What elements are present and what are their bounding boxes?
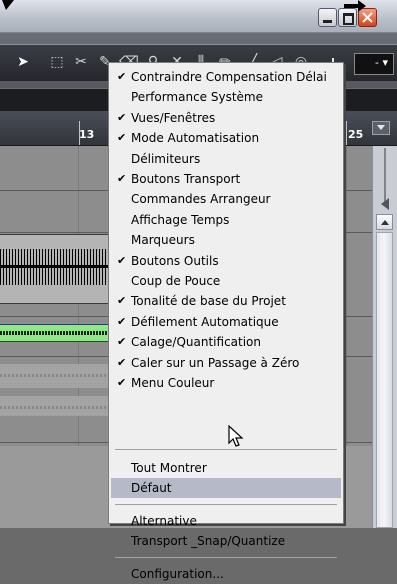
menu-item-default[interactable]: Défaut xyxy=(111,478,341,498)
menu-item[interactable]: ✔ Boutons Transport xyxy=(111,169,341,189)
menu-item-label: Tout Montrer xyxy=(131,461,207,475)
title-bar xyxy=(0,0,397,33)
menu-item-label: Transport _Snap/Quantize xyxy=(131,534,286,548)
menu-item[interactable]: ✔ Boutons Outils xyxy=(111,251,341,271)
pointer-arrow-icon xyxy=(344,0,366,12)
mouse-cursor-icon xyxy=(228,425,244,447)
waveform xyxy=(0,249,110,285)
menu-item-show-all[interactable]: Tout Montrer xyxy=(111,458,341,478)
menu-item-label: Coup de Pouce xyxy=(131,274,221,288)
object-selection-tool-icon[interactable]: ➤ xyxy=(12,50,34,74)
menu-item[interactable]: Marqueurs xyxy=(111,230,341,250)
checkmark-icon: ✔ xyxy=(117,294,127,308)
menu-item[interactable]: Coup de Pouce xyxy=(111,271,341,291)
zoom-slider-handle[interactable] xyxy=(381,198,389,210)
menu-item[interactable]: ✔ Vues/Fenêtres xyxy=(111,108,341,128)
menu-item-label: Contraindre Compensation Délai xyxy=(131,70,327,84)
menu-item-label: Affichage Temps xyxy=(131,212,230,227)
snap-type-select[interactable]: - ▾ xyxy=(354,53,394,75)
menu-item-transport-snap-quantize[interactable]: Transport _Snap/Quantize xyxy=(111,531,341,551)
checkmark-icon: ✔ xyxy=(117,335,127,349)
checkmark-icon: ✔ xyxy=(117,172,127,185)
menu-item-label: Configuration... xyxy=(131,567,224,581)
menu-item-label: Marqueurs xyxy=(131,233,195,248)
menu-item-label: Boutons Transport xyxy=(131,172,241,186)
menu-separator xyxy=(115,504,337,505)
menu-item-label: Mode Automatisation xyxy=(131,131,260,146)
menu-item-label: Vues/Fenêtres xyxy=(131,110,216,125)
ruler-tick xyxy=(346,121,347,145)
menu-item[interactable]: ✔ Menu Couleur xyxy=(111,373,341,393)
menu-item[interactable]: ✔ Mode Automatisation xyxy=(111,128,341,148)
menu-item-label: Menu Couleur xyxy=(131,376,215,390)
menu-item-label: Tonalité de base du Projet xyxy=(131,294,286,309)
menu-separator xyxy=(115,557,337,558)
checkmark-icon: ✔ xyxy=(117,110,127,124)
menu-item[interactable]: ✔ Tonalité de base du Projet xyxy=(111,291,341,311)
menu-item-label: Commandes Arrangeur xyxy=(131,192,271,207)
menu-item-label: Défilement Automatique xyxy=(131,314,279,329)
menu-item-label: Caler sur un Passage à Zéro xyxy=(131,355,300,370)
menu-item-label: Défaut xyxy=(131,481,172,495)
scroll-thumb[interactable] xyxy=(376,232,393,528)
menu-item[interactable]: ✔ Caler sur un Passage à Zéro xyxy=(111,353,341,373)
menu-item-configuration[interactable]: Configuration... xyxy=(111,564,341,584)
menu-separator xyxy=(115,449,337,450)
menu-item[interactable]: Commandes Arrangeur xyxy=(111,189,341,209)
menu-item[interactable]: ✔ Contraindre Compensation Délai xyxy=(111,67,341,87)
chevron-down-icon: - ▾ xyxy=(375,56,388,69)
menu-item-label: Boutons Outils xyxy=(131,253,219,268)
checkmark-icon: ✔ xyxy=(117,355,127,369)
menu-item[interactable]: ✔ Calage/Quantification xyxy=(111,332,341,352)
audio-event[interactable] xyxy=(0,396,110,416)
menu-item[interactable]: ✔ Défilement Automatique xyxy=(111,312,341,332)
minimize-button[interactable] xyxy=(318,8,337,27)
menu-item-alternative[interactable]: Alternative xyxy=(111,511,341,531)
range-selection-tool-icon[interactable]: ⬚ xyxy=(46,50,68,74)
audio-event[interactable] xyxy=(0,234,110,304)
menu-item-label: Performance Système xyxy=(131,90,263,105)
checkmark-icon: ✔ xyxy=(117,131,127,145)
menu-item-label: Délimiteurs xyxy=(131,151,201,166)
ruler-marker: 13 xyxy=(79,128,95,141)
ruler-marker: 25 xyxy=(348,128,364,141)
vertical-scrollbar[interactable] xyxy=(372,146,397,528)
menu-item-label: Alternative xyxy=(131,514,197,528)
toolbar-context-menu: ✔ Contraindre Compensation Délai Performan… xyxy=(108,62,344,581)
menu-item[interactable]: Délimiteurs xyxy=(111,149,341,169)
checkmark-icon: ✔ xyxy=(117,253,127,267)
split-tool-icon[interactable]: ✂ xyxy=(70,50,92,74)
scroll-up-button[interactable] xyxy=(376,214,393,230)
checkmark-icon: ✔ xyxy=(117,70,127,83)
ruler-options-button[interactable] xyxy=(372,121,390,135)
checkmark-icon: ✔ xyxy=(117,314,127,328)
checkmark-icon: ✔ xyxy=(117,376,127,389)
menu-item[interactable]: Performance Système xyxy=(111,87,341,107)
menu-item-label: Calage/Quantification xyxy=(131,335,262,350)
audio-event[interactable] xyxy=(0,364,110,388)
midi-event[interactable] xyxy=(0,324,110,342)
menu-item[interactable]: Affichage Temps xyxy=(111,210,341,230)
pointer-arrow-icon xyxy=(2,0,14,10)
